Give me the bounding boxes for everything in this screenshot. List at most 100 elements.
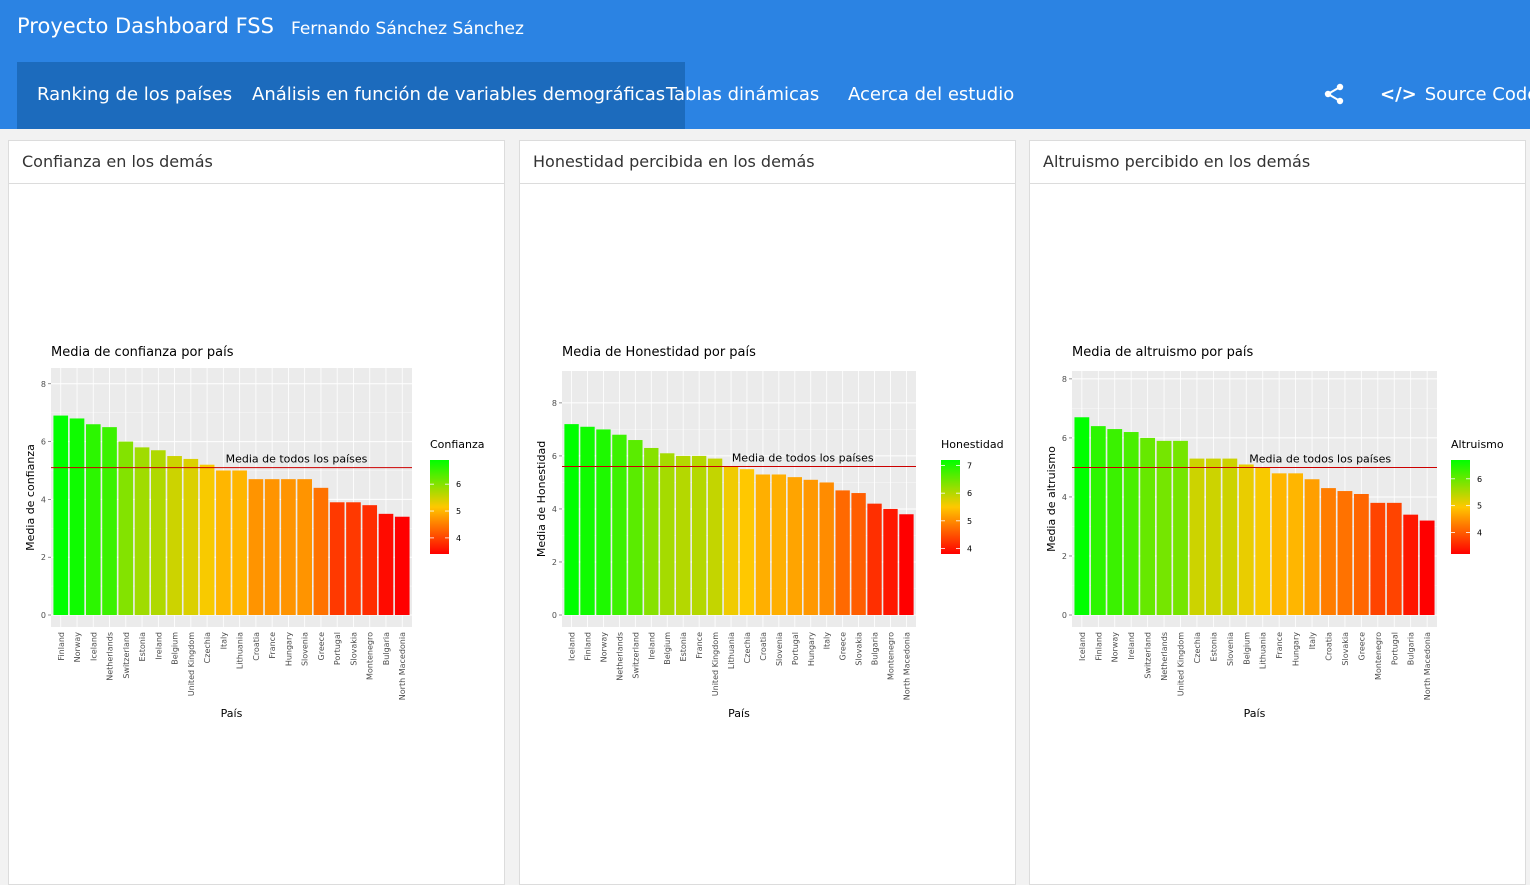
bar-estonia <box>134 447 150 615</box>
x-tick-label: United Kingdom <box>711 632 720 696</box>
tab-ranking[interactable]: Ranking de los países <box>17 62 253 129</box>
x-tick-label: Greece <box>839 632 848 661</box>
bar-czechia <box>199 464 215 615</box>
bar-belgium <box>167 456 182 615</box>
x-tick-label: Greece <box>1357 632 1366 661</box>
bar-finland <box>1090 426 1106 615</box>
bar-north-macedonia <box>899 514 914 615</box>
x-tick-label: Bulgaria <box>1407 632 1416 665</box>
legend-title: Confianza <box>430 438 485 451</box>
x-tick-label: Finland <box>57 632 66 661</box>
bar-hungary <box>281 479 296 615</box>
bar-slovenia <box>771 474 787 615</box>
bar-bulgaria <box>378 513 394 615</box>
bar-france <box>691 455 707 615</box>
bar-greece <box>313 487 329 615</box>
x-tick-label: Montenegro <box>366 632 375 680</box>
x-tick-label: Croatia <box>759 632 768 661</box>
y-axis-title: Media de Honestidad <box>535 441 548 557</box>
x-tick-label: Netherlands <box>1160 632 1169 681</box>
card-header-honestidad: Honestidad percibida en los demás <box>520 141 1015 184</box>
x-tick-label: Slovenia <box>775 632 784 666</box>
x-tick-label: Iceland <box>89 632 98 661</box>
bar-united-kingdom <box>707 458 723 615</box>
bar-montenegro <box>362 505 378 615</box>
mean-annotation: Media de todos los países <box>1249 452 1391 465</box>
x-tick-label: France <box>695 632 704 659</box>
x-tick-label: Estonia <box>1209 632 1218 662</box>
x-tick-label: Italy <box>1308 632 1317 650</box>
bar-netherlands <box>612 434 627 615</box>
x-tick-label: Belgium <box>663 632 672 665</box>
share-icon[interactable] <box>1322 82 1346 106</box>
bar-greece <box>1353 494 1369 615</box>
x-tick-label: Ireland <box>154 632 163 660</box>
bar-italy <box>1304 479 1320 615</box>
x-tick-label: Italy <box>823 632 832 650</box>
bar-estonia <box>676 455 691 615</box>
x-tick-label: North Macedonia <box>1423 632 1432 700</box>
mean-annotation: Media de todos los países <box>732 452 874 465</box>
source-code-link[interactable]: </> Source Code <box>1380 62 1530 129</box>
x-tick-label: Croatia <box>1324 632 1333 661</box>
bar-slovakia <box>851 493 866 615</box>
tab-analisis-demografico[interactable]: Análisis en función de variables demográ… <box>232 62 686 129</box>
y-axis-title: Media de altruismo <box>1045 446 1058 552</box>
x-tick-label: Czechia <box>203 632 212 663</box>
bar-portugal <box>787 477 802 615</box>
bar-iceland <box>85 424 101 615</box>
legend-colorbar <box>430 460 449 554</box>
bar-norway <box>1107 429 1123 615</box>
bar-belgium <box>1238 464 1254 615</box>
x-tick-label: Croatia <box>252 632 261 661</box>
card-honestidad: Honestidad percibida en los demás Media … <box>519 140 1016 885</box>
y-tick-label: 2 <box>552 558 557 567</box>
legend-tick-label: 7 <box>967 462 972 471</box>
app-title[interactable]: Proyecto Dashboard FSS <box>17 14 274 38</box>
bar-north-macedonia <box>1419 520 1435 615</box>
bar-croatia <box>248 479 264 615</box>
x-tick-label: Slovakia <box>855 632 864 666</box>
x-tick-label: Switzerland <box>1144 632 1153 679</box>
bar-france <box>1271 473 1287 615</box>
x-tick-label: Lithuania <box>1259 632 1268 669</box>
y-tick-label: 0 <box>552 611 557 620</box>
bar-ireland <box>1123 432 1139 615</box>
x-tick-label: Czechia <box>1193 632 1202 663</box>
bar-slovenia <box>1222 458 1238 615</box>
card-confianza: Confianza en los demás Media de confianz… <box>8 140 505 885</box>
tab-acerca-del-estudio[interactable]: Acerca del estudio <box>828 62 1034 129</box>
y-tick-label: 6 <box>552 452 557 461</box>
y-tick-label: 4 <box>41 495 46 504</box>
y-tick-label: 2 <box>1062 552 1067 561</box>
navbar: Ranking de los países Análisis en funció… <box>0 62 1530 129</box>
y-tick-label: 2 <box>41 553 46 562</box>
bar-portugal <box>1386 502 1402 615</box>
legend-title: Honestidad <box>941 438 1004 451</box>
y-tick-label: 0 <box>41 611 46 620</box>
y-tick-label: 8 <box>41 380 46 389</box>
bar-bulgaria <box>867 503 882 615</box>
x-tick-label: Bulgaria <box>871 632 880 665</box>
x-tick-label: Slovenia <box>301 632 310 666</box>
chart-altruismo: Media de altruismo por país 0 2 4 6 8 Iceland F… <box>1045 345 1504 720</box>
x-tick-label: Greece <box>317 632 326 661</box>
bar-finland <box>580 426 595 615</box>
bar-croatia <box>755 474 771 615</box>
chart-title: Media de altruismo por país <box>1072 345 1253 360</box>
legend-colorbar <box>1451 460 1470 554</box>
legend-tick-label: 6 <box>1477 475 1482 484</box>
legend-title: Altruismo <box>1451 438 1504 451</box>
bar-slovakia <box>1337 491 1353 615</box>
bar-czechia <box>739 469 755 615</box>
x-tick-label: North Macedonia <box>398 632 407 700</box>
x-tick-label: Slovenia <box>1226 632 1235 666</box>
x-tick-label: Portugal <box>791 632 800 665</box>
x-tick-label: Montenegro <box>886 632 895 680</box>
top-header: Proyecto Dashboard FSS Fernando Sánchez … <box>0 0 1530 62</box>
x-axis-title: País <box>221 707 243 720</box>
bar-slovenia <box>297 479 312 615</box>
legend-tick-label: 6 <box>967 489 972 498</box>
tab-tablas-dinamicas[interactable]: Tablas dinámicas <box>646 62 839 129</box>
y-tick-label: 4 <box>1062 493 1067 502</box>
